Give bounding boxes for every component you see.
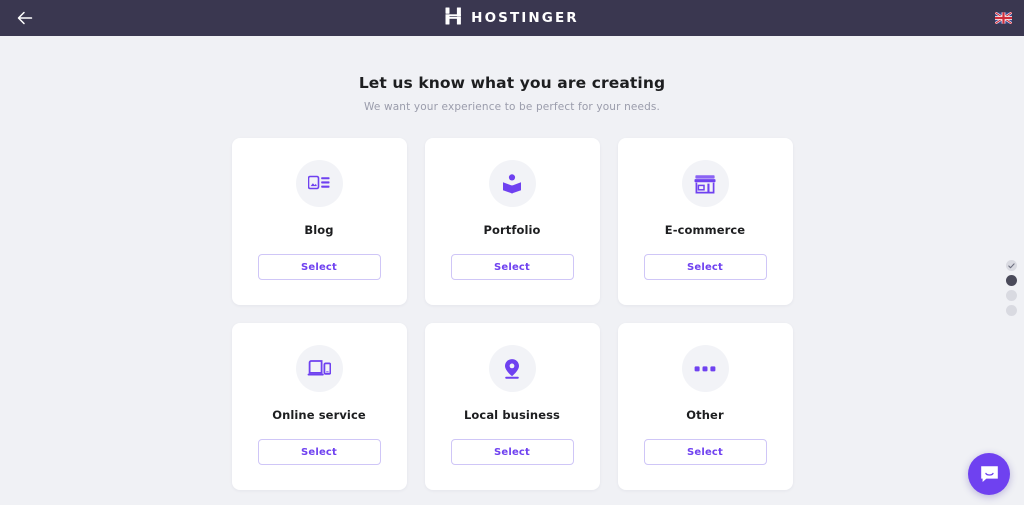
chat-bubble-smile-icon (979, 464, 1000, 485)
step-progress-indicator (1006, 260, 1017, 316)
step-dot-1-completed[interactable] (1006, 260, 1017, 271)
map-pin-icon (502, 358, 522, 380)
card-icon-circle (488, 345, 536, 392)
card-label: Blog (304, 223, 334, 237)
top-header-bar: HOSTINGER (0, 0, 1024, 36)
select-button-blog[interactable]: Select (257, 254, 381, 280)
brand-logo[interactable]: HOSTINGER (445, 7, 579, 29)
card-blog[interactable]: Blog Select (231, 138, 407, 305)
website-type-grid: Blog Select Portfolio Select E-commerce … (231, 138, 793, 490)
card-label: Other (686, 408, 724, 422)
card-icon-circle (681, 160, 729, 207)
check-icon (1008, 262, 1015, 269)
select-button-other[interactable]: Select (643, 439, 767, 465)
card-portfolio[interactable]: Portfolio Select (424, 138, 600, 305)
card-icon-circle (295, 160, 343, 207)
hostinger-logo-icon (445, 7, 462, 29)
card-label: Portfolio (483, 223, 541, 237)
select-button-online-service[interactable]: Select (257, 439, 381, 465)
select-button-ecommerce[interactable]: Select (643, 254, 767, 280)
card-ecommerce[interactable]: E-commerce Select (617, 138, 793, 305)
card-icon-circle (295, 345, 343, 392)
card-label: Online service (272, 408, 366, 422)
card-icon-circle (488, 160, 536, 207)
select-button-portfolio[interactable]: Select (450, 254, 574, 280)
portfolio-book-icon (501, 173, 523, 195)
card-online-service[interactable]: Online service Select (231, 323, 407, 490)
devices-icon (307, 359, 331, 378)
card-local-business[interactable]: Local business Select (424, 323, 600, 490)
storefront-icon (694, 174, 716, 194)
page-subtitle: We want your experience to be perfect fo… (363, 101, 661, 113)
back-button[interactable] (10, 0, 40, 36)
step-dot-2-active[interactable] (1006, 275, 1017, 286)
step-dot-4[interactable] (1006, 305, 1017, 316)
select-button-local-business[interactable]: Select (450, 439, 574, 465)
article-layout-icon (308, 175, 330, 193)
page-title: Let us know what you are creating (358, 74, 666, 92)
uk-flag-icon[interactable] (995, 12, 1012, 24)
step-dot-3[interactable] (1006, 290, 1017, 301)
card-label: E-commerce (664, 223, 746, 237)
chat-launcher-button[interactable] (968, 453, 1010, 495)
main-content: Let us know what you are creating We wan… (0, 36, 1024, 490)
card-label: Local business (463, 408, 561, 422)
card-other[interactable]: Other Select (617, 323, 793, 490)
card-icon-circle (681, 345, 729, 392)
ellipsis-icon (694, 365, 716, 373)
brand-name-text: HOSTINGER (471, 10, 579, 26)
arrow-left-icon (17, 11, 33, 25)
